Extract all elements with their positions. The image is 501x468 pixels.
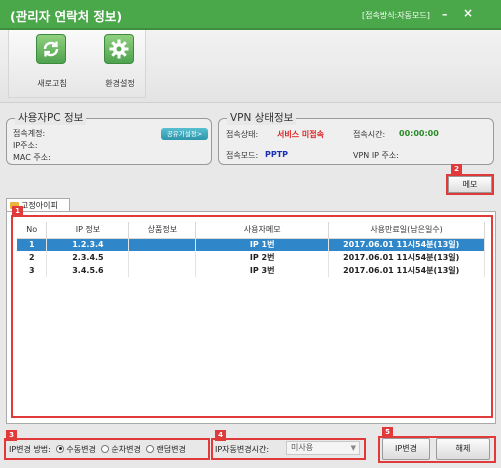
- window-title: (관리자 연락처 정보): [10, 9, 123, 24]
- radio-manual[interactable]: [56, 444, 65, 453]
- connection-time-label: 접속시간:: [353, 130, 386, 139]
- title-bar: (관리자 연락처 정보) [접속방식:자동모드] – ×: [0, 0, 501, 30]
- mac-address-label: MAC 주소:: [13, 153, 51, 162]
- refresh-icon: [36, 34, 66, 64]
- auto-change-time-select[interactable]: 미사용 ▼: [286, 441, 360, 455]
- user-pc-info-group: 사용자PC 정보 접속계정: IP주소: MAC 주소: 공유기설정>: [6, 110, 212, 165]
- vpn-status-group: VPN 상태정보 접속상태: 서비스 미접속 접속시간: 00:00:00 접속…: [218, 110, 494, 165]
- router-settings-button[interactable]: 공유기설정>: [161, 128, 208, 140]
- connection-status-value: 서비스 미접속: [277, 130, 324, 139]
- vpn-ip-label: VPN IP 주소:: [353, 151, 399, 160]
- auto-change-time-value: 미사용: [291, 443, 314, 452]
- user-pc-info-legend: 사용자PC 정보: [15, 110, 87, 125]
- settings-label: 환경설정: [105, 79, 135, 88]
- refresh-button[interactable]: 새로고침: [23, 34, 81, 94]
- connection-mode-label-vpn: 접속모드:: [226, 151, 259, 160]
- tab-fixed-ip-label: 고정아이피: [21, 201, 58, 210]
- settings-button[interactable]: 환경설정: [91, 34, 149, 94]
- radio-sequential[interactable]: [101, 444, 110, 453]
- memo-button[interactable]: 메모: [448, 176, 492, 193]
- radio-random[interactable]: [146, 444, 155, 453]
- ip-address-label: IP주소:: [13, 141, 38, 150]
- radio-random-label[interactable]: 랜덤변경: [156, 445, 185, 454]
- toolbar: 새로고침 환경설정: [0, 30, 501, 102]
- toolbar-panel: 새로고침 환경설정: [8, 30, 146, 98]
- change-method-group: IP변경 방법: 수동변경 순차변경 랜덤변경: [9, 444, 186, 455]
- change-ip-button[interactable]: IP변경: [382, 438, 430, 460]
- gear-icon: [104, 34, 134, 64]
- release-button[interactable]: 해제: [436, 438, 490, 460]
- auto-change-label: IP자동변경시간:: [215, 445, 270, 454]
- connection-mode-label: [접속방식:자동모드]: [362, 11, 430, 20]
- change-method-label: IP변경 방법:: [9, 445, 51, 454]
- connection-time-value: 00:00:00: [399, 129, 439, 138]
- account-label: 접속계정:: [13, 129, 46, 138]
- radio-manual-label[interactable]: 수동변경: [66, 445, 95, 454]
- connection-status-label: 접속상태:: [226, 130, 259, 139]
- vpn-status-legend: VPN 상태정보: [227, 110, 297, 125]
- connection-mode-value: PPTP: [265, 150, 289, 159]
- minimize-button[interactable]: –: [442, 8, 448, 21]
- refresh-label: 새로고침: [37, 79, 67, 88]
- close-button[interactable]: ×: [463, 6, 473, 20]
- chevron-down-icon: ▼: [350, 444, 356, 452]
- divider: [0, 102, 501, 103]
- radio-sequential-label[interactable]: 순차변경: [111, 445, 140, 454]
- highlight-box-table: [11, 215, 493, 418]
